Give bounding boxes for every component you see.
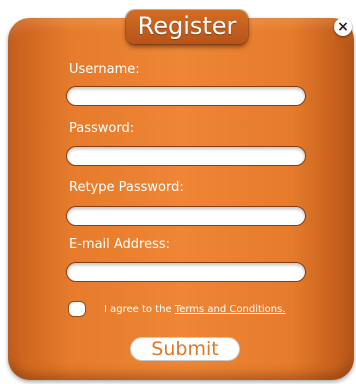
close-button[interactable]: × <box>334 18 352 36</box>
retype-password-field[interactable] <box>66 206 306 226</box>
terms-link[interactable]: Terms and Conditions. <box>175 304 286 315</box>
username-field[interactable] <box>66 86 306 106</box>
close-icon: × <box>337 19 349 35</box>
submit-button[interactable]: Submit <box>130 337 240 361</box>
agree-label: I agree to the <box>104 304 175 315</box>
email-label: E-mail Address: <box>69 237 171 252</box>
password-label: Password: <box>69 121 135 136</box>
agree-checkbox[interactable] <box>68 301 86 317</box>
password-field[interactable] <box>66 146 306 166</box>
retype-password-label: Retype Password: <box>69 180 184 195</box>
register-dialog-stage: Register × Username: Password: Retype Pa… <box>0 0 356 384</box>
username-label: Username: <box>69 62 140 77</box>
email-field[interactable] <box>66 262 306 282</box>
agree-text: I agree to the Terms and Conditions. <box>104 303 286 316</box>
dialog-title: Register <box>126 10 248 44</box>
register-panel <box>8 18 354 380</box>
